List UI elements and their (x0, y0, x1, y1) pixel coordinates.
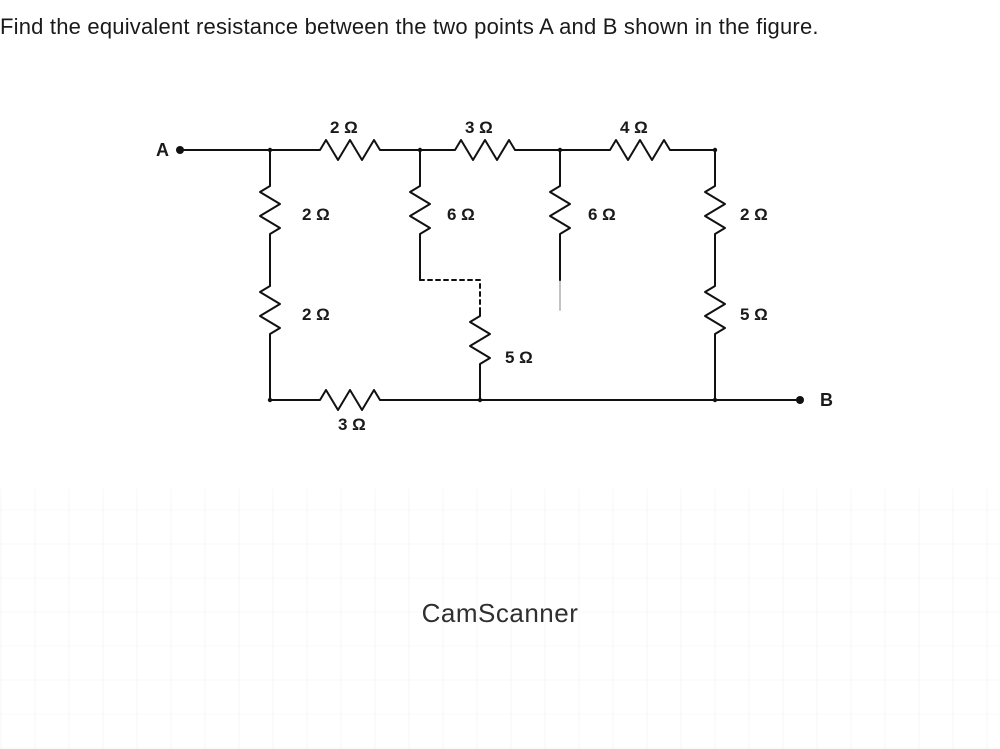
node-b-label: B (820, 390, 833, 411)
node-a-label: A (156, 140, 169, 161)
circuit-svg (160, 110, 860, 440)
resistor-v-5b (470, 310, 490, 370)
resistor-v-2b (260, 280, 280, 340)
label-r-top-2: 2 Ω (330, 118, 358, 138)
wire-dashed (420, 280, 480, 310)
resistor-v-6a (410, 180, 430, 240)
label-r-top-3: 3 Ω (465, 118, 493, 138)
resistor-top-4 (600, 140, 680, 160)
question-text: Find the equivalent resistance between t… (0, 14, 819, 40)
label-r-v-6a: 6 Ω (447, 205, 475, 225)
label-r-bot-3: 3 Ω (338, 415, 366, 435)
node-b-dot (796, 396, 804, 404)
label-r-top-4: 4 Ω (620, 118, 648, 138)
label-r-v-5b: 5 Ω (505, 348, 533, 368)
resistor-top-3 (445, 140, 525, 160)
label-r-v-6b: 6 Ω (588, 205, 616, 225)
label-r-v-2a: 2 Ω (302, 205, 330, 225)
resistor-v-2c (705, 180, 725, 240)
label-r-v-2c: 2 Ω (740, 205, 768, 225)
resistor-bot-3 (310, 390, 390, 410)
label-r-v-5a: 5 Ω (740, 305, 768, 325)
watermark-text: CamScanner (422, 598, 579, 629)
circuit-diagram: A B 2 Ω 3 Ω 4 Ω 2 Ω 2 Ω 6 Ω 5 Ω 6 Ω 2 Ω … (160, 110, 860, 440)
resistor-top-2 (310, 140, 390, 160)
resistor-v-6b (550, 180, 570, 240)
label-r-v-2b: 2 Ω (302, 305, 330, 325)
resistor-v-5a (705, 280, 725, 340)
resistor-v-2a (260, 180, 280, 240)
